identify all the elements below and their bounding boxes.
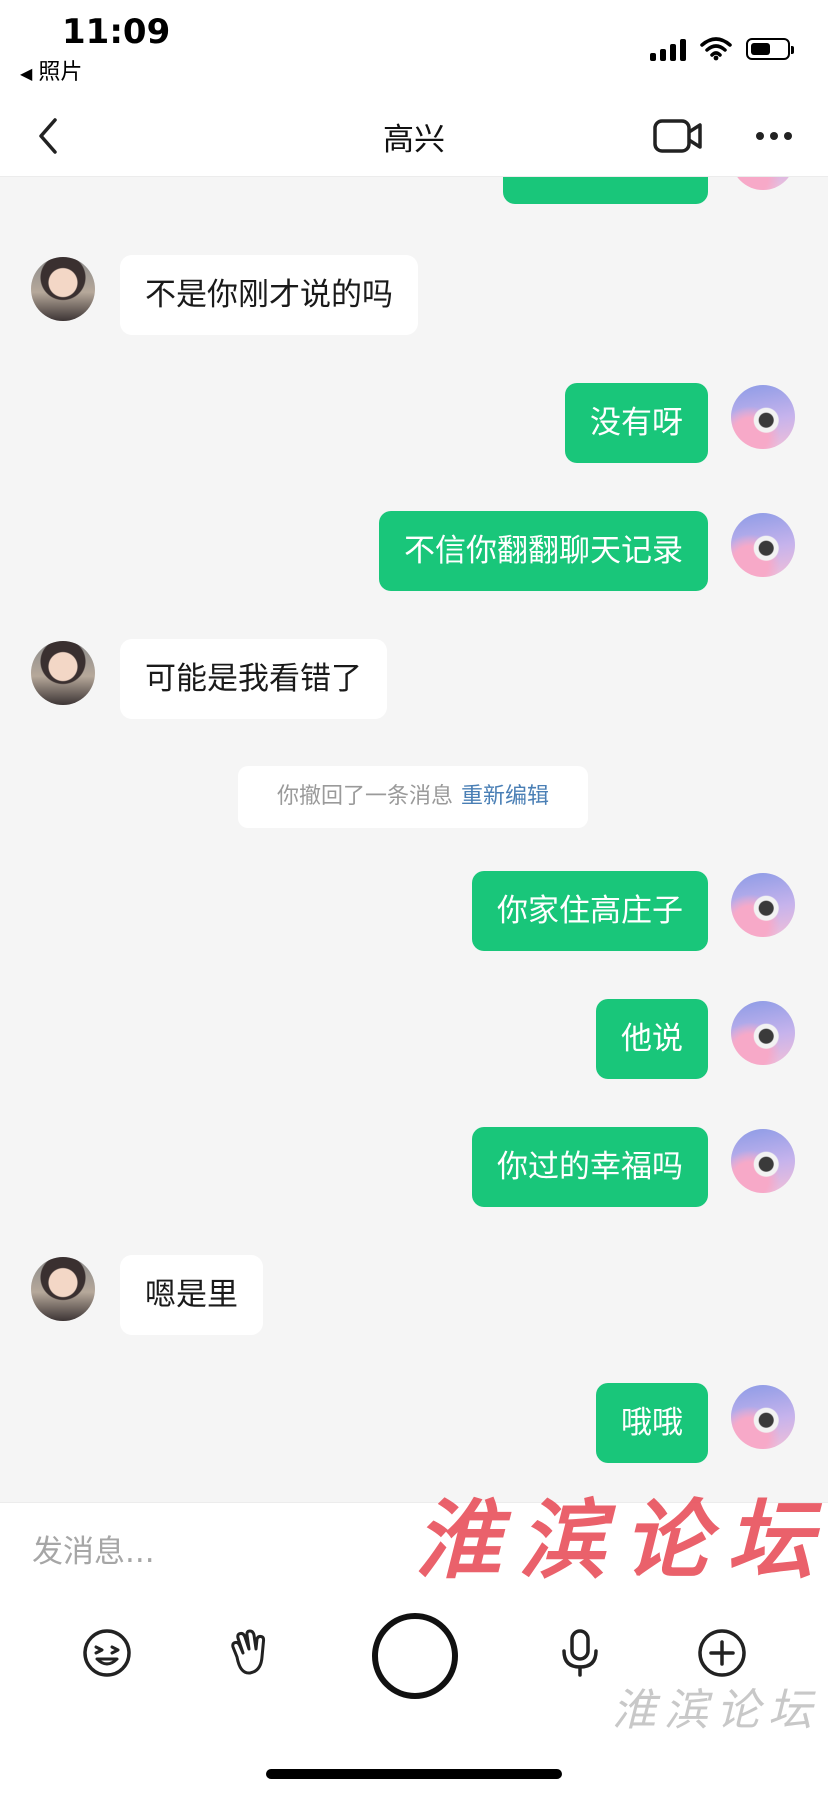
voice-button[interactable]	[550, 1623, 610, 1683]
back-to-app-link[interactable]: ◀ 照片	[20, 54, 82, 86]
recall-notice: 你撤回了一条消息 重新编辑	[238, 766, 588, 828]
message-row: 嗯是里	[0, 1255, 828, 1335]
self-avatar[interactable]	[731, 385, 795, 449]
plus-circle-icon	[698, 1629, 746, 1677]
status-bar: 11:09 ◀ 照片	[0, 0, 828, 96]
shutter-button[interactable]	[372, 1613, 458, 1699]
contact-avatar[interactable]	[31, 1257, 95, 1321]
message-row: 你家住高庄子	[0, 871, 828, 951]
message-bubble[interactable]: 你过的幸福吗	[472, 1127, 708, 1207]
battery-icon	[746, 38, 794, 60]
message-row: 不信你翻翻聊天记录	[0, 511, 828, 591]
watermark-gray: 淮滨论坛	[612, 1685, 820, 1736]
message-row: 可能是我看错了	[0, 639, 828, 719]
more-icon-dot	[756, 132, 764, 140]
message-row: 你过的幸福吗	[0, 1127, 828, 1207]
watermark-red: 淮滨论坛	[415, 1490, 828, 1591]
self-avatar[interactable]	[731, 873, 795, 937]
more-icon-dot	[784, 132, 792, 140]
message-bubble[interactable]: 不是你刚才说的吗	[120, 255, 418, 335]
contact-avatar[interactable]	[31, 257, 95, 321]
status-time: 11:09	[62, 12, 171, 52]
reedit-link[interactable]: 重新编辑	[461, 784, 549, 809]
message-row: 不是你刚才说的吗	[0, 255, 828, 335]
emoji-button[interactable]	[77, 1623, 137, 1683]
wifi-icon	[700, 37, 732, 61]
microphone-icon	[562, 1629, 598, 1677]
chat-header: 高兴	[0, 96, 828, 177]
contact-avatar[interactable]	[31, 641, 95, 705]
message-bubble[interactable]: 没有呀	[565, 383, 708, 463]
more-icon-dot	[770, 132, 778, 140]
self-avatar[interactable]	[731, 1385, 795, 1449]
message-bubble[interactable]: 不信你翻翻聊天记录	[379, 511, 708, 591]
self-avatar[interactable]	[731, 1001, 795, 1065]
home-indicator[interactable]	[266, 1769, 562, 1779]
video-call-icon	[653, 119, 702, 153]
message-bubble[interactable]: 嗯是里	[120, 1255, 263, 1335]
message-row: 你怎么知道	[0, 177, 828, 204]
message-row: 没有呀	[0, 383, 828, 463]
message-row: 哦哦	[0, 1383, 828, 1463]
self-avatar[interactable]	[731, 177, 795, 190]
message-bubble[interactable]: 可能是我看错了	[120, 639, 387, 719]
status-icons	[650, 34, 794, 64]
wave-hand-icon	[231, 1629, 266, 1675]
emoji-icon	[83, 1629, 131, 1677]
video-call-button[interactable]	[652, 116, 704, 156]
chat-message-list[interactable]: 你怎么知道 不是你刚才说的吗 没有呀 不信你翻翻聊天记录 可能是我看错了 你撤回…	[0, 177, 828, 1502]
wave-button[interactable]	[219, 1623, 279, 1683]
message-bubble[interactable]: 你家住高庄子	[472, 871, 708, 951]
message-bubble[interactable]: 哦哦	[596, 1383, 708, 1463]
back-app-label: 照片	[38, 60, 83, 85]
message-row: 他说	[0, 999, 828, 1079]
message-bubble[interactable]: 你怎么知道	[503, 177, 708, 204]
cellular-signal-icon	[650, 37, 686, 61]
self-avatar[interactable]	[731, 513, 795, 577]
back-triangle-icon: ◀	[20, 64, 33, 83]
recall-notice-text: 你撤回了一条消息	[276, 784, 453, 809]
message-bubble[interactable]: 他说	[596, 999, 708, 1079]
more-button[interactable]	[748, 116, 800, 156]
self-avatar[interactable]	[731, 1129, 795, 1193]
